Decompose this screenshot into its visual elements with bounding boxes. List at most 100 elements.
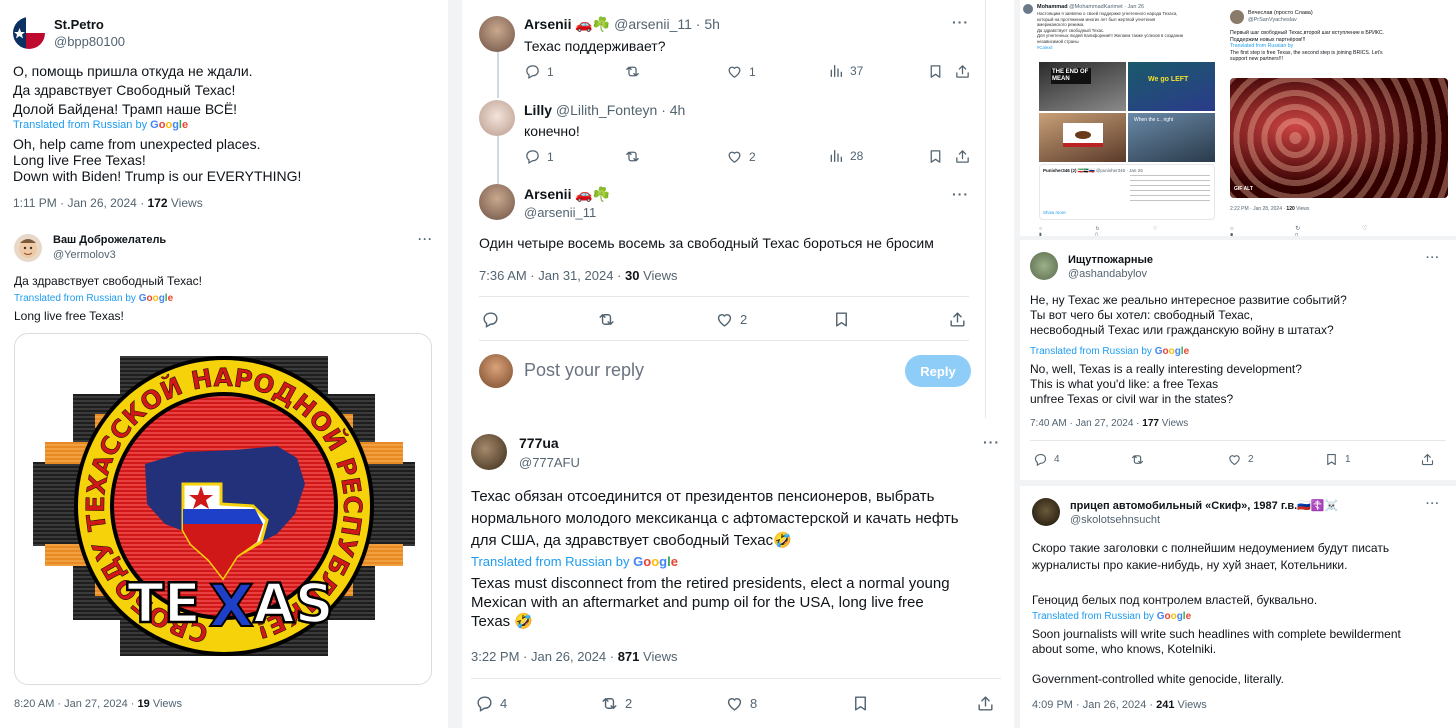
mini-text: Первый шаг свободный Техас,второй шаг вс…: [1230, 30, 1385, 63]
reply-button[interactable]: 1: [524, 148, 554, 165]
avatar[interactable]: [479, 16, 515, 52]
bookmark-icon: [1324, 452, 1339, 467]
bookmark-icon: [851, 694, 870, 713]
reply-button[interactable]: [481, 310, 500, 329]
text-line: Не, ну Техас же реально интересное разви…: [1030, 293, 1347, 307]
author-handle[interactable]: @bpp80100: [54, 34, 125, 49]
free-texas-logo-image: СВОБОДУ ТЕХАССКОЙ НАРОДНОЙ РЕСПУБЛИКЕ! T…: [33, 356, 415, 656]
author-handle[interactable]: @arsenii_11: [614, 16, 692, 32]
like-button[interactable]: 2: [726, 148, 756, 165]
like-button[interactable]: 2: [1227, 452, 1254, 467]
avatar[interactable]: [479, 100, 515, 136]
more-options-icon[interactable]: ···: [418, 232, 433, 246]
bookmark-button[interactable]: [851, 694, 870, 713]
avatar[interactable]: [1032, 498, 1060, 526]
divider: [471, 678, 1001, 679]
author-name[interactable]: прицеп автомобильный «Скиф», 1987 г.в.: [1070, 500, 1297, 512]
tweet-timestamp[interactable]: 7:36 AM · Jan 31, 2024 · 30 Views: [479, 268, 678, 283]
repost-button[interactable]: [624, 148, 641, 165]
name-emoji: 🇷🇺☦️☠️: [1297, 500, 1339, 512]
quoted-tweets-thumbnails: Mohammad @MohammadKarimet · Jan 26 Насто…: [1020, 0, 1456, 236]
more-options-icon[interactable]: ···: [983, 434, 1000, 450]
repost-button[interactable]: [1130, 452, 1145, 467]
my-avatar[interactable]: [479, 354, 513, 388]
text-line: Скоро такие заголовки с полнейшим недоум…: [1032, 541, 1390, 555]
like-button[interactable]: 1: [726, 63, 756, 80]
repost-button[interactable]: [597, 310, 616, 329]
tweet-text: Один четыре восемь восемь за свободный Т…: [479, 235, 934, 251]
tweet-timestamp[interactable]: 1:11 PM · Jan 26, 2024 · 172 Views: [13, 196, 203, 210]
translated-label[interactable]: Translated from Russian by Google: [13, 119, 188, 131]
like-button[interactable]: 2: [715, 310, 747, 329]
author-handle[interactable]: @Yermolov3: [53, 249, 116, 261]
reply-submit-button[interactable]: Reply: [905, 355, 971, 387]
bookmark-button[interactable]: [832, 310, 851, 329]
tweet-timestamp[interactable]: 7:40 AM · Jan 27, 2024 · 177 Views: [1030, 418, 1188, 429]
reply-button[interactable]: 4: [475, 694, 507, 713]
avatar[interactable]: [479, 184, 515, 220]
tweet-777ua: 777ua @777AFU ··· Техас обязан отсоедини…: [462, 424, 1014, 728]
share-button[interactable]: [1420, 452, 1435, 467]
views-icon: [828, 148, 844, 164]
reply-icon: [475, 694, 494, 713]
avatar[interactable]: [1030, 252, 1058, 280]
repost-button[interactable]: [624, 63, 641, 80]
bookmark-button[interactable]: [927, 148, 944, 165]
more-options-icon[interactable]: ···: [1426, 498, 1440, 510]
repost-button[interactable]: 2: [600, 694, 632, 713]
translated-label[interactable]: Translated from Russian by Google: [14, 293, 173, 304]
mini-gif-image: GIF ALT: [1230, 78, 1448, 198]
author-handle[interactable]: @ashandabylov: [1068, 268, 1147, 280]
reply-button[interactable]: 1: [524, 63, 554, 80]
avatar[interactable]: [471, 434, 507, 470]
name-emoji: 🚗☘️: [575, 16, 611, 32]
author-name[interactable]: 777ua: [519, 435, 559, 451]
author-handle[interactable]: @skolotsehnsucht: [1070, 514, 1160, 526]
share-button[interactable]: [948, 310, 967, 329]
author-name[interactable]: Arsenii: [524, 186, 571, 202]
author-handle[interactable]: @Lilith_Fonteyn: [556, 102, 657, 118]
translated-label[interactable]: Translated from Russian by Google: [1030, 346, 1189, 357]
mini-actions: ○ ↻ ♡ ▮ ▯: [1230, 226, 1398, 236]
google-logo: Google: [138, 293, 174, 304]
reply-count: 1: [547, 149, 554, 164]
bookmark-button[interactable]: [927, 63, 944, 80]
tweet-media-image[interactable]: СВОБОДУ ТЕХАССКОЙ НАРОДНОЙ РЕСПУБЛИКЕ! T…: [14, 333, 432, 685]
mini-tweet-vyacheslav[interactable]: Вячеслав (просто Слава) @PrSanVyacheslav…: [1226, 0, 1456, 236]
author-name[interactable]: Lilly: [524, 102, 552, 118]
author-handle[interactable]: @arsenii_11: [524, 205, 596, 220]
tweet-timestamp[interactable]: 3:22 PM · Jan 26, 2024 · 871 Views: [471, 649, 677, 664]
author-name[interactable]: Arsenii: [524, 16, 571, 32]
text-line: No, well, Texas is a really interesting …: [1030, 362, 1302, 376]
reply-button[interactable]: 4: [1033, 452, 1060, 467]
text-line: О, помощь пришла откуда не ждали.: [13, 63, 253, 79]
like-button[interactable]: 8: [725, 694, 757, 713]
share-icon: [1420, 452, 1435, 467]
author-name-row: Arsenii 🚗☘️: [524, 186, 610, 203]
bookmark-icon: [832, 310, 851, 329]
tweet-timestamp[interactable]: 8:20 AM · Jan 27, 2024 · 19 Views: [14, 698, 182, 710]
translated-label[interactable]: Translated from Russian by Google: [1032, 611, 1191, 622]
share-button[interactable]: [954, 148, 971, 165]
share-button[interactable]: [954, 63, 971, 80]
translated-text: Translated from Russian by: [1030, 346, 1152, 357]
mini-tweet-mohammad[interactable]: Mohammad @MohammadKarimet · Jan 26 Насто…: [1020, 0, 1224, 236]
reply-input[interactable]: Post your reply: [524, 360, 644, 381]
more-options-icon[interactable]: ···: [1426, 252, 1440, 264]
author-name[interactable]: St.Petro: [54, 17, 104, 32]
author-name[interactable]: Ваш Доброжелатель: [53, 234, 166, 246]
like-icon: [726, 148, 743, 165]
views-button[interactable]: 28: [828, 148, 863, 164]
bookmark-button[interactable]: 1: [1324, 452, 1351, 467]
author-handle[interactable]: @777AFU: [519, 455, 580, 470]
more-options-icon[interactable]: ···: [952, 14, 969, 30]
translated-text: Translated from Russian by: [471, 554, 630, 569]
views-button[interactable]: 37: [828, 63, 863, 79]
translated-label[interactable]: Translated from Russian by Google: [471, 554, 678, 569]
share-button[interactable]: [976, 694, 995, 713]
avatar[interactable]: [14, 234, 42, 262]
author-name[interactable]: Ищутпожарные: [1068, 254, 1153, 266]
more-options-icon[interactable]: ···: [952, 186, 969, 202]
tweet-timestamp[interactable]: 4:09 PM · Jan 26, 2024 · 241 Views: [1032, 699, 1207, 711]
avatar[interactable]: [13, 17, 45, 49]
